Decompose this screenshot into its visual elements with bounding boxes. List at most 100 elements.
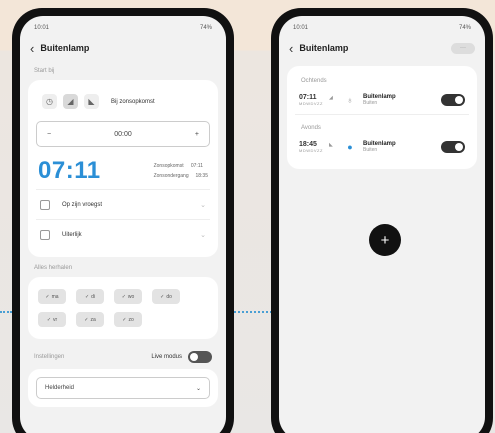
schedule-item-morning[interactable]: 07:11 ◢ MDWDVZZ ♁ Buitenlamp Buiten [295, 90, 469, 115]
mode-selector: ◷ ◢ ◣ Bij zonsopkomst [36, 88, 210, 115]
check-icon: ✓ [46, 316, 52, 323]
status-battery: 74% [458, 25, 471, 31]
schedule-item-evening[interactable]: 18:45 ◣ MDWDVZZ ● Buitenlamp Buiten [295, 137, 469, 161]
day-chip[interactable]: ✓ do [152, 289, 180, 304]
status-bar: 10:01 74% [20, 16, 226, 36]
status-bar: 10:01 74% [279, 16, 485, 36]
schedules-card: Ochtends 07:11 ◢ MDWDVZZ ♁ Buitenlamp Bui… [287, 66, 477, 169]
app-bar: ‹ Buitenlamp [20, 36, 226, 60]
option-earliest[interactable]: Op zijn vroegst ⌄ [36, 189, 210, 219]
time-display: 07:11 Zonsopkomst 07:11 Zonsondergang 18… [36, 153, 210, 189]
connector-line-middle [234, 311, 272, 313]
check-icon: ✓ [160, 293, 165, 300]
day-chip[interactable]: ✓ za [76, 312, 104, 327]
day-chip[interactable]: ✓ zo [114, 312, 142, 327]
status-battery: 74% [199, 25, 212, 31]
more-button[interactable]: ··· [451, 42, 475, 54]
minus-button[interactable]: − [47, 131, 51, 138]
sunset-label: Zonsondergang [153, 173, 189, 179]
day-chip[interactable]: ✓ vr [38, 312, 66, 327]
schedule-time: 07:11 [299, 94, 317, 101]
chevron-down-icon: ⌄ [195, 385, 201, 392]
chevron-down-icon: ⌄ [200, 201, 206, 209]
sunrise-value: 07:11 [190, 163, 203, 169]
schedule-time-block: 07:11 ◢ MDWDVZZ [299, 94, 343, 106]
day-chip-label: ma [51, 293, 59, 300]
live-mode-label: Live modus [151, 354, 182, 360]
day-chip-label: vr [53, 316, 58, 323]
day-chip-label: zo [128, 316, 134, 323]
status-time: 10:01 [293, 25, 309, 31]
status-time: 10:01 [34, 25, 50, 31]
back-arrow-icon[interactable]: ‹ [30, 42, 34, 55]
section-label-start: Start bij [34, 68, 55, 74]
day-chip-label: za [90, 316, 96, 323]
live-mode-toggle[interactable] [188, 351, 212, 363]
screen-schedule-list: 10:01 74% ‹ Buitenlamp ··· Ochtends 07:1… [279, 16, 485, 433]
screen-schedule-editor: 10:01 74% ‹ Buitenlamp Start bij ◷ ◢ ◣ B… [20, 16, 226, 433]
clock-icon[interactable]: ◷ [42, 94, 57, 109]
check-icon: ✓ [45, 293, 50, 300]
start-card: ◷ ◢ ◣ Bij zonsopkomst − 00:00 + 07:11 Zo… [28, 80, 218, 257]
bulb-off-icon: ♁ [346, 95, 354, 105]
phone-left: 10:01 74% ‹ Buitenlamp Start bij ◷ ◢ ◣ B… [12, 8, 234, 433]
page-title: Buitenlamp [299, 43, 349, 53]
check-icon: ✓ [122, 316, 127, 323]
sun-times: Zonsopkomst 07:11 Zonsondergang 18:35 [154, 161, 208, 181]
device-room: Buiten [363, 100, 378, 106]
schedule-days: MDWDVZZ [299, 148, 323, 153]
option-latest[interactable]: Uiterlijk ⌄ [36, 219, 210, 249]
sunset-icon[interactable]: ◣ [84, 94, 99, 109]
checkbox-earliest[interactable] [40, 199, 50, 210]
sunrise-label: Zonsopkomst [153, 163, 184, 169]
day-chip-label: wo [127, 293, 135, 300]
chevron-down-icon: ⌄ [200, 231, 206, 239]
day-chips: ✓ ma ✓ di ✓ wo ✓ do ✓ vr ✓ za ✓ zo [36, 285, 210, 331]
sunrise-icon: ◢ [329, 94, 333, 101]
schedule-toggle[interactable] [441, 141, 465, 153]
calculated-time: 07:11 [38, 157, 101, 184]
check-icon: ✓ [121, 293, 126, 300]
phone-right: 10:01 74% ‹ Buitenlamp ··· Ochtends 07:1… [271, 8, 493, 433]
schedule-time-block: 18:45 ◣ MDWDVZZ [299, 141, 343, 153]
sunrise-icon[interactable]: ◢ [63, 94, 78, 109]
check-icon: ✓ [84, 293, 90, 300]
schedule-toggle[interactable] [441, 94, 465, 106]
section-label-settings: Instellingen [34, 354, 65, 360]
connector-line-left [0, 311, 12, 313]
device-room: Buiten [363, 147, 378, 153]
add-schedule-button[interactable]: + [369, 224, 401, 256]
group-label-morning: Ochtends [301, 78, 327, 84]
days-card: ✓ ma ✓ di ✓ wo ✓ do ✓ vr ✓ za ✓ zo [28, 277, 218, 339]
sunset-icon: ◣ [329, 141, 333, 148]
bulb-on-icon: ● [347, 142, 353, 152]
section-label-days: Alles herhalen [34, 265, 73, 271]
option-earliest-label: Op zijn vroegst [62, 201, 103, 208]
schedule-days: MDWDVZZ [299, 101, 323, 106]
day-chip-label: di [91, 293, 96, 300]
settings-card: Helderheid ⌄ [28, 369, 218, 407]
app-bar: ‹ Buitenlamp ··· [279, 36, 485, 60]
option-latest-label: Uiterlijk [62, 231, 82, 238]
day-chip-label: do [166, 293, 172, 300]
checkbox-latest[interactable] [40, 229, 50, 240]
live-mode: Live modus [151, 351, 212, 363]
plus-button[interactable]: + [195, 131, 199, 138]
day-chip[interactable]: ✓ di [76, 289, 104, 304]
group-label-evening: Avonds [301, 125, 321, 131]
back-arrow-icon[interactable]: ‹ [289, 42, 293, 55]
day-chip[interactable]: ✓ wo [114, 289, 142, 304]
brightness-dropdown[interactable]: Helderheid ⌄ [36, 377, 210, 399]
settings-header: Instellingen Live modus [20, 351, 226, 363]
sunset-value: 18:35 [195, 173, 208, 179]
schedule-time: 18:45 [299, 141, 317, 148]
device-info: Buitenlamp Buiten [363, 141, 396, 153]
day-chip[interactable]: ✓ ma [38, 289, 66, 304]
dropdown-value: Helderheid [45, 385, 75, 391]
offset-value: 00:00 [114, 130, 132, 138]
page-title: Buitenlamp [40, 43, 90, 53]
check-icon: ✓ [84, 316, 89, 323]
offset-stepper: − 00:00 + [36, 121, 210, 147]
device-info: Buitenlamp Buiten [363, 94, 396, 106]
mode-label: Bij zonsopkomst [111, 98, 155, 105]
